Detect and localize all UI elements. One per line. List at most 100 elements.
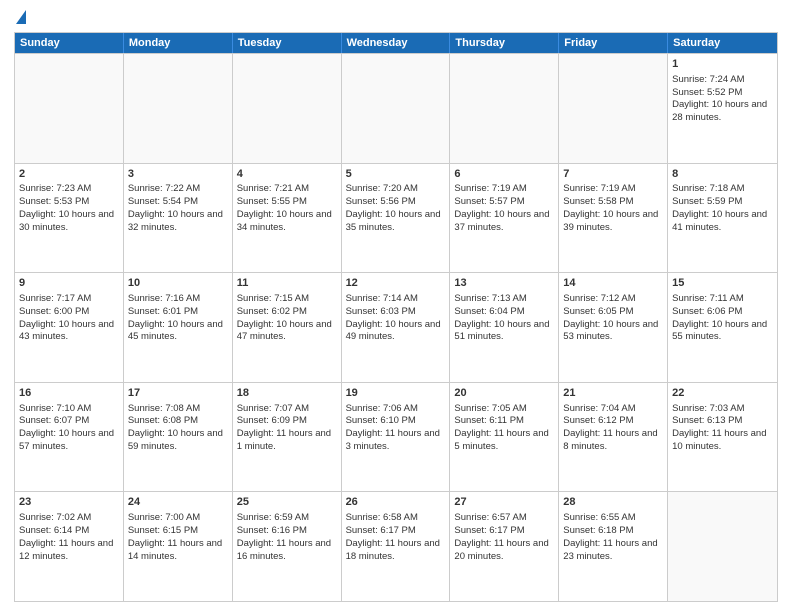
- day-number: 16: [19, 386, 119, 401]
- day-info: Sunrise: 7:03 AMSunset: 6:13 PMDaylight:…: [672, 403, 766, 452]
- day-number: 23: [19, 495, 119, 510]
- calendar-cell: 12 Sunrise: 7:14 AMSunset: 6:03 PMDayligh…: [342, 273, 451, 382]
- calendar-cell: 5Sunrise: 7:20 AMSunset: 5:56 PMDaylight…: [342, 164, 451, 273]
- day-number: 26: [346, 495, 446, 510]
- day-info: Sunrise: 6:59 AMSunset: 6:16 PMDaylight:…: [237, 512, 331, 561]
- day-info: Sunrise: 7:13 AMSunset: 6:04 PMDaylight:…: [454, 293, 549, 342]
- logo-triangle-icon: [16, 10, 26, 24]
- day-number: 5: [346, 167, 446, 182]
- day-number: 9: [19, 276, 119, 291]
- calendar-cell: 20 Sunrise: 7:05 AMSunset: 6:11 PMDayligh…: [450, 383, 559, 492]
- day-number: 4: [237, 167, 337, 182]
- calendar-cell: 2Sunrise: 7:23 AMSunset: 5:53 PMDaylight…: [15, 164, 124, 273]
- day-info: Sunrise: 7:17 AMSunset: 6:00 PMDaylight:…: [19, 293, 114, 342]
- calendar-cell: 25 Sunrise: 6:59 AMSunset: 6:16 PMDayligh…: [233, 492, 342, 601]
- calendar-page: SundayMondayTuesdayWednesdayThursdayFrid…: [0, 0, 792, 612]
- page-header: [14, 10, 778, 26]
- calendar-cell: 15 Sunrise: 7:11 AMSunset: 6:06 PMDayligh…: [668, 273, 777, 382]
- calendar-header-cell: Monday: [124, 33, 233, 53]
- day-number: 1: [672, 57, 773, 72]
- calendar-cell: [15, 54, 124, 163]
- day-number: 28: [563, 495, 663, 510]
- calendar-cell: 16 Sunrise: 7:10 AMSunset: 6:07 PMDayligh…: [15, 383, 124, 492]
- day-number: 13: [454, 276, 554, 291]
- day-info: Sunrise: 7:15 AMSunset: 6:02 PMDaylight:…: [237, 293, 332, 342]
- day-number: 27: [454, 495, 554, 510]
- day-info: Sunrise: 7:23 AMSunset: 5:53 PMDaylight:…: [19, 183, 114, 232]
- day-info: Sunrise: 7:11 AMSunset: 6:06 PMDaylight:…: [672, 293, 767, 342]
- day-number: 19: [346, 386, 446, 401]
- calendar-cell: [668, 492, 777, 601]
- calendar-cell: [342, 54, 451, 163]
- day-number: 7: [563, 167, 663, 182]
- calendar-cell: 1 Sunrise: 7:24 AMSunset: 5:52 PMDaylight…: [668, 54, 777, 163]
- calendar-cell: 22 Sunrise: 7:03 AMSunset: 6:13 PMDayligh…: [668, 383, 777, 492]
- calendar-cell: 9 Sunrise: 7:17 AMSunset: 6:00 PMDaylight…: [15, 273, 124, 382]
- day-info: Sunrise: 7:04 AMSunset: 6:12 PMDaylight:…: [563, 403, 657, 452]
- day-info: Sunrise: 7:02 AMSunset: 6:14 PMDaylight:…: [19, 512, 113, 561]
- calendar-header-cell: Tuesday: [233, 33, 342, 53]
- calendar-cell: 3Sunrise: 7:22 AMSunset: 5:54 PMDaylight…: [124, 164, 233, 273]
- calendar-cell: 7Sunrise: 7:19 AMSunset: 5:58 PMDaylight…: [559, 164, 668, 273]
- calendar-cell: 18Sunrise: 7:07 AMSunset: 6:09 PMDayligh…: [233, 383, 342, 492]
- calendar-row: 16 Sunrise: 7:10 AMSunset: 6:07 PMDayligh…: [15, 382, 777, 492]
- calendar-cell: 6Sunrise: 7:19 AMSunset: 5:57 PMDaylight…: [450, 164, 559, 273]
- calendar-body: 1 Sunrise: 7:24 AMSunset: 5:52 PMDaylight…: [15, 53, 777, 601]
- calendar-header-cell: Saturday: [668, 33, 777, 53]
- calendar-cell: 24 Sunrise: 7:00 AMSunset: 6:15 PMDayligh…: [124, 492, 233, 601]
- calendar-cell: 26 Sunrise: 6:58 AMSunset: 6:17 PMDayligh…: [342, 492, 451, 601]
- day-info: Sunrise: 7:16 AMSunset: 6:01 PMDaylight:…: [128, 293, 223, 342]
- day-number: 14: [563, 276, 663, 291]
- calendar-header: SundayMondayTuesdayWednesdayThursdayFrid…: [15, 33, 777, 53]
- calendar-cell: [233, 54, 342, 163]
- calendar-cell: 27 Sunrise: 6:57 AMSunset: 6:17 PMDayligh…: [450, 492, 559, 601]
- day-info: Sunrise: 7:06 AMSunset: 6:10 PMDaylight:…: [346, 403, 440, 452]
- calendar-cell: [450, 54, 559, 163]
- calendar-cell: 21Sunrise: 7:04 AMSunset: 6:12 PMDayligh…: [559, 383, 668, 492]
- calendar-cell: [124, 54, 233, 163]
- calendar-cell: 10 Sunrise: 7:16 AMSunset: 6:01 PMDayligh…: [124, 273, 233, 382]
- calendar-header-cell: Thursday: [450, 33, 559, 53]
- day-number: 6: [454, 167, 554, 182]
- calendar-cell: 28 Sunrise: 6:55 AMSunset: 6:18 PMDayligh…: [559, 492, 668, 601]
- calendar: SundayMondayTuesdayWednesdayThursdayFrid…: [14, 32, 778, 602]
- day-number: 24: [128, 495, 228, 510]
- day-info: Sunrise: 7:24 AMSunset: 5:52 PMDaylight:…: [672, 74, 767, 123]
- calendar-cell: 14Sunrise: 7:12 AMSunset: 6:05 PMDayligh…: [559, 273, 668, 382]
- day-number: 15: [672, 276, 773, 291]
- day-number: 10: [128, 276, 228, 291]
- day-info: Sunrise: 6:58 AMSunset: 6:17 PMDaylight:…: [346, 512, 440, 561]
- calendar-cell: 19 Sunrise: 7:06 AMSunset: 6:10 PMDayligh…: [342, 383, 451, 492]
- day-info: Sunrise: 7:19 AMSunset: 5:57 PMDaylight:…: [454, 183, 549, 232]
- calendar-cell: [559, 54, 668, 163]
- day-number: 8: [672, 167, 773, 182]
- day-info: Sunrise: 6:57 AMSunset: 6:17 PMDaylight:…: [454, 512, 548, 561]
- calendar-row: 23 Sunrise: 7:02 AMSunset: 6:14 PMDayligh…: [15, 491, 777, 601]
- calendar-cell: 13 Sunrise: 7:13 AMSunset: 6:04 PMDayligh…: [450, 273, 559, 382]
- day-info: Sunrise: 7:22 AMSunset: 5:54 PMDaylight:…: [128, 183, 223, 232]
- day-info: Sunrise: 7:18 AMSunset: 5:59 PMDaylight:…: [672, 183, 767, 232]
- calendar-row: 1 Sunrise: 7:24 AMSunset: 5:52 PMDaylight…: [15, 53, 777, 163]
- day-number: 12: [346, 276, 446, 291]
- day-number: 3: [128, 167, 228, 182]
- day-number: 20: [454, 386, 554, 401]
- day-number: 25: [237, 495, 337, 510]
- calendar-header-cell: Sunday: [15, 33, 124, 53]
- calendar-cell: 8Sunrise: 7:18 AMSunset: 5:59 PMDaylight…: [668, 164, 777, 273]
- day-info: Sunrise: 7:00 AMSunset: 6:15 PMDaylight:…: [128, 512, 222, 561]
- calendar-cell: 4Sunrise: 7:21 AMSunset: 5:55 PMDaylight…: [233, 164, 342, 273]
- day-info: Sunrise: 7:14 AMSunset: 6:03 PMDaylight:…: [346, 293, 441, 342]
- day-info: Sunrise: 7:10 AMSunset: 6:07 PMDaylight:…: [19, 403, 114, 452]
- day-info: Sunrise: 7:20 AMSunset: 5:56 PMDaylight:…: [346, 183, 441, 232]
- day-number: 22: [672, 386, 773, 401]
- day-info: Sunrise: 6:55 AMSunset: 6:18 PMDaylight:…: [563, 512, 657, 561]
- logo: [14, 10, 26, 26]
- day-info: Sunrise: 7:21 AMSunset: 5:55 PMDaylight:…: [237, 183, 332, 232]
- calendar-cell: 11Sunrise: 7:15 AMSunset: 6:02 PMDayligh…: [233, 273, 342, 382]
- day-info: Sunrise: 7:05 AMSunset: 6:11 PMDaylight:…: [454, 403, 548, 452]
- day-number: 18: [237, 386, 337, 401]
- calendar-header-cell: Friday: [559, 33, 668, 53]
- calendar-row: 2Sunrise: 7:23 AMSunset: 5:53 PMDaylight…: [15, 163, 777, 273]
- calendar-cell: 23 Sunrise: 7:02 AMSunset: 6:14 PMDayligh…: [15, 492, 124, 601]
- calendar-header-cell: Wednesday: [342, 33, 451, 53]
